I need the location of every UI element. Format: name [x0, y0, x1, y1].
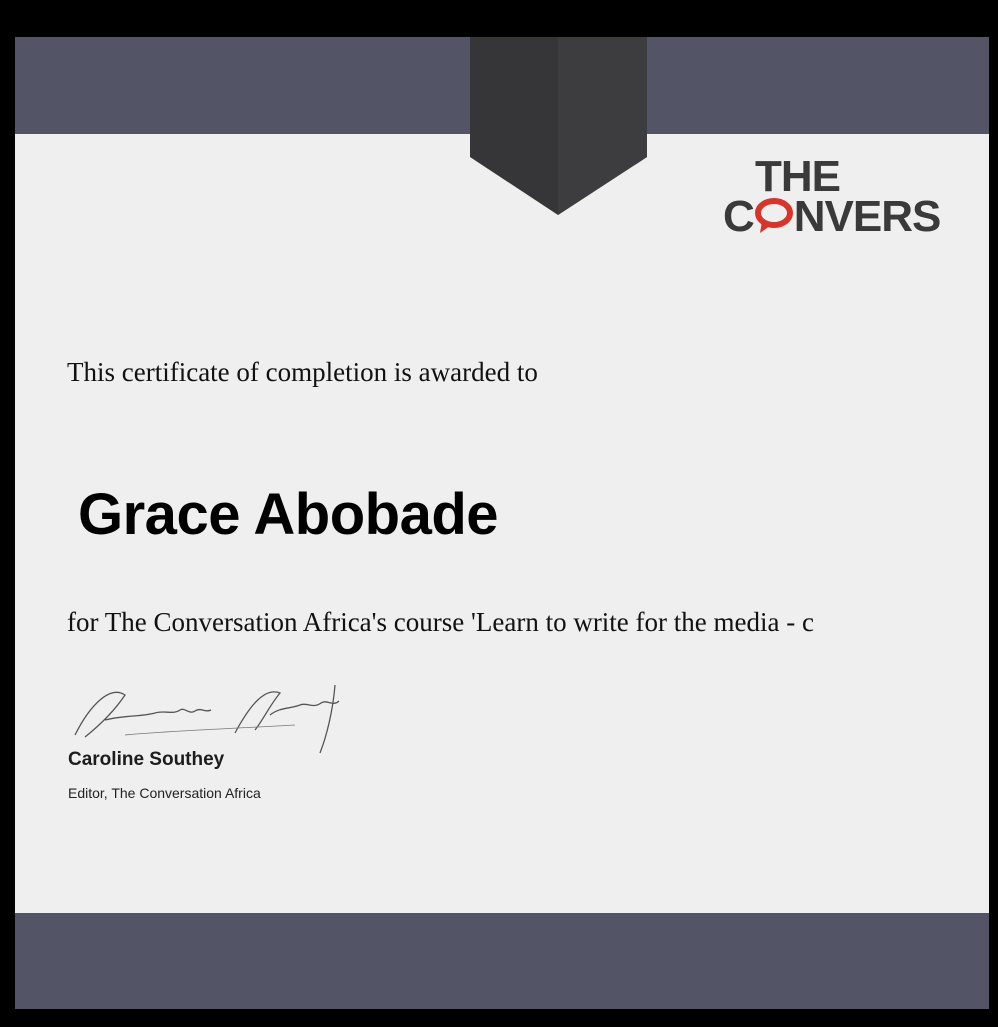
awarded-statement: This certificate of completion is awarde…: [67, 357, 538, 387]
the-conversation-logo: THE C NVERS: [723, 155, 989, 255]
viewer-frame: THE C NVERS This certificate of completio…: [0, 0, 998, 1027]
logo-letter-c: C: [723, 192, 755, 241]
logo-line-2: C NVERS: [723, 192, 942, 241]
course-statement: for The Conversation Africa's course 'Le…: [67, 607, 814, 637]
signer-title: Editor, The Conversation Africa: [68, 785, 261, 801]
certificate: THE C NVERS This certificate of completio…: [15, 37, 989, 1009]
logo-letters-rest: NVERS: [793, 192, 942, 241]
signer-name: Caroline Southey: [68, 749, 225, 770]
bottom-band: [15, 913, 989, 1009]
handwritten-signature: [74, 684, 340, 754]
speech-bubble-icon: [754, 195, 794, 235]
ribbon-decoration: [470, 37, 647, 215]
recipient-name: Grace Abobade: [78, 482, 499, 547]
